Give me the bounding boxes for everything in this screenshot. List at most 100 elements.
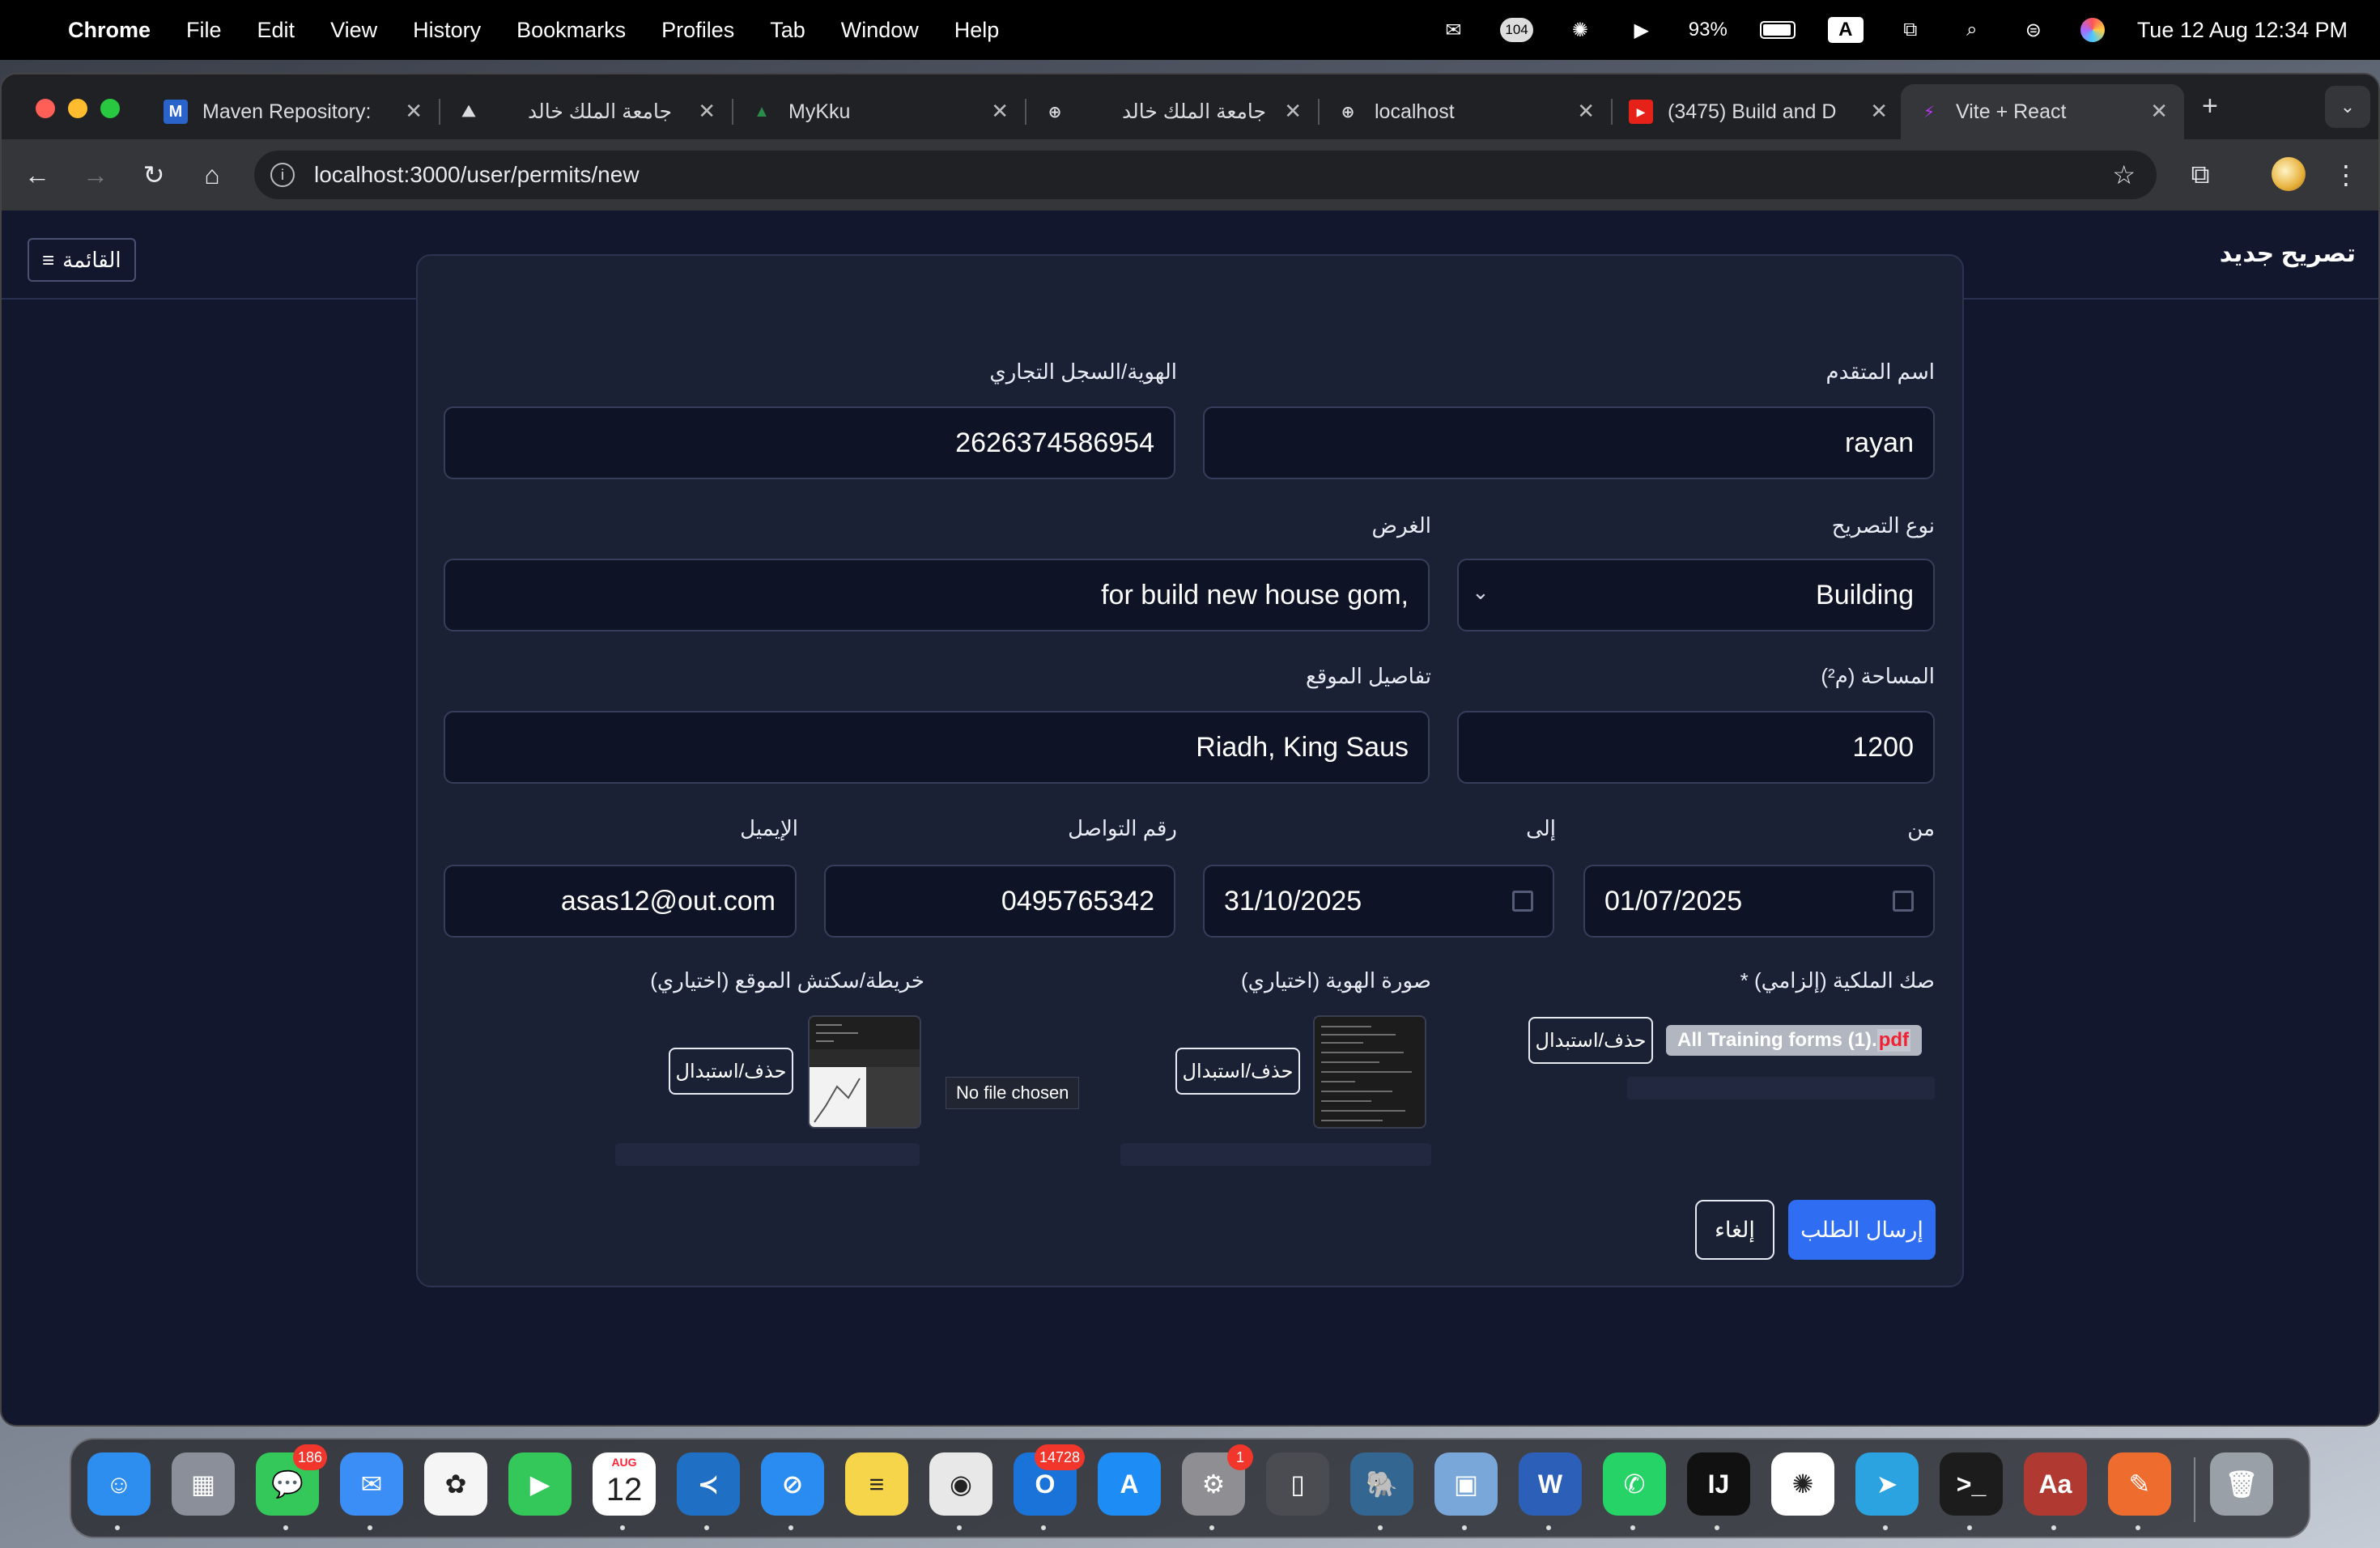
dock-calendar-icon[interactable]: AUG 12 bbox=[593, 1452, 656, 1516]
applicant-name-input[interactable]: rayan bbox=[1203, 406, 1935, 479]
input-method-icon[interactable]: A bbox=[1827, 17, 1864, 43]
tab-search-chevron-icon[interactable]: ⌄ bbox=[2325, 86, 2370, 128]
home-icon[interactable]: ⌂ bbox=[193, 155, 232, 194]
dock-iphone-mirroring-icon[interactable]: ▯ bbox=[1266, 1452, 1329, 1516]
menu-button[interactable]: القائمة ≡ bbox=[28, 238, 136, 282]
tab-close-icon[interactable]: ✕ bbox=[405, 99, 423, 124]
dock-outlook-icon[interactable]: O 14728 bbox=[1014, 1444, 1085, 1516]
purpose-input[interactable]: for build new house gom, bbox=[444, 559, 1430, 632]
menu-view[interactable]: View bbox=[330, 18, 377, 43]
tab-close-icon[interactable]: ✕ bbox=[1577, 99, 1595, 124]
sketch-screenshot-preview bbox=[810, 1017, 920, 1127]
dock-finder-icon[interactable]: ☺ bbox=[87, 1452, 151, 1516]
id-photo-replace-button[interactable]: حذف/استبدال bbox=[1175, 1048, 1300, 1095]
reload-icon[interactable]: ↻ bbox=[134, 155, 173, 194]
tab-kku-2[interactable]: ⊕ جامعة الملك خالد ✕ bbox=[1026, 84, 1320, 139]
menu-history[interactable]: History bbox=[413, 18, 481, 43]
address-url[interactable]: localhost:3000/user/permits/new bbox=[314, 162, 640, 188]
email-input[interactable]: asas12@out.com bbox=[444, 865, 797, 938]
minimize-window-button[interactable] bbox=[68, 99, 87, 118]
new-tab-plus-icon[interactable]: + bbox=[2202, 91, 2218, 122]
dock-safari-icon[interactable]: ⊘ bbox=[761, 1452, 824, 1516]
tab-youtube[interactable]: ▶ (3475) Build and D ✕ bbox=[1613, 84, 1904, 139]
dock-notes-icon[interactable]: ≡ bbox=[845, 1452, 908, 1516]
menubar-app-name[interactable]: Chrome bbox=[68, 18, 151, 43]
chatgpt-status-icon[interactable]: ✺ bbox=[1566, 15, 1595, 45]
dock-pgadmin-icon[interactable]: 🐘 bbox=[1350, 1452, 1413, 1516]
dock-postman-icon[interactable]: ✎ bbox=[2108, 1452, 2171, 1516]
dock-mail-icon[interactable]: ✉ bbox=[340, 1452, 403, 1516]
menu-bookmarks[interactable]: Bookmarks bbox=[516, 18, 626, 43]
zoom-window-button[interactable] bbox=[100, 99, 120, 118]
extensions-puzzle-icon[interactable]: ⧉ bbox=[2181, 155, 2220, 194]
screen-mirroring-icon[interactable]: ⧉ bbox=[1896, 15, 1925, 45]
deed-file-chip[interactable]: All Training forms (1). pdf bbox=[1666, 1025, 1923, 1056]
dock-messages-icon[interactable]: 💬 186 bbox=[256, 1444, 327, 1516]
menu-help[interactable]: Help bbox=[954, 18, 1000, 43]
dock-intellij-idea-icon[interactable]: IJ bbox=[1687, 1452, 1750, 1516]
dock-terminal-icon[interactable]: >_ bbox=[1940, 1452, 2003, 1516]
back-arrow-icon[interactable]: ← bbox=[18, 155, 57, 194]
tab-mykku[interactable]: ▲ MyKku ✕ bbox=[733, 84, 1026, 139]
calendar-icon[interactable] bbox=[1893, 891, 1914, 912]
tab-close-icon[interactable]: ✕ bbox=[991, 99, 1009, 124]
control-center-icon[interactable]: ⊜ bbox=[2019, 15, 2048, 45]
dock-word-icon[interactable]: W bbox=[1519, 1452, 1582, 1516]
tab-close-icon[interactable]: ✕ bbox=[1870, 99, 1888, 124]
id-photo-thumbnail[interactable] bbox=[1313, 1015, 1426, 1129]
tab-localhost[interactable]: ⊕ localhost ✕ bbox=[1320, 84, 1613, 139]
menu-tab[interactable]: Tab bbox=[770, 18, 805, 43]
spotlight-search-icon[interactable]: ⌕ bbox=[1957, 15, 1987, 45]
dock-system-settings-icon[interactable]: ⚙ 1 bbox=[1182, 1444, 1253, 1516]
menubar-datetime[interactable]: Tue 12 Aug 12:34 PM bbox=[2137, 18, 2348, 43]
cancel-button[interactable]: إلغاء bbox=[1695, 1200, 1774, 1260]
close-window-button[interactable] bbox=[36, 99, 55, 118]
bookmark-star-icon[interactable]: ☆ bbox=[2112, 159, 2136, 190]
dock-app-store-icon[interactable]: A bbox=[1098, 1452, 1161, 1516]
menu-window[interactable]: Window bbox=[841, 18, 919, 43]
from-date-input[interactable]: 01/07/2025 bbox=[1583, 865, 1935, 938]
calendar-icon[interactable] bbox=[1512, 891, 1533, 912]
outlook-status-icon[interactable]: ✉ bbox=[1439, 15, 1468, 45]
dock-vs-code-icon[interactable]: ≺ bbox=[677, 1452, 740, 1516]
dock-dictionary-icon[interactable]: Aa bbox=[2024, 1452, 2087, 1516]
site-map-thumbnail[interactable] bbox=[808, 1015, 921, 1129]
notification-count-badge[interactable]: 104 bbox=[1500, 18, 1533, 42]
chrome-menu-kebab-icon[interactable]: ⋮ bbox=[2327, 155, 2365, 194]
area-input[interactable]: 1200 bbox=[1457, 711, 1935, 784]
dock-chatgpt-icon[interactable]: ✺ bbox=[1771, 1452, 1834, 1516]
dock-telegram-icon[interactable]: ➤ bbox=[1855, 1452, 1919, 1516]
tab-close-icon[interactable]: ✕ bbox=[698, 99, 716, 124]
deed-replace-button[interactable]: حذف/استبدال bbox=[1528, 1017, 1653, 1064]
dock-chrome-icon[interactable]: ◉ bbox=[929, 1452, 992, 1516]
tab-vite-react[interactable]: ⚡ Vite + React ✕ bbox=[1901, 84, 2184, 139]
site-info-icon[interactable]: i bbox=[270, 163, 295, 187]
menu-edit[interactable]: Edit bbox=[257, 18, 295, 43]
dock-preview-icon[interactable]: ▣ bbox=[1434, 1452, 1498, 1516]
tab-close-icon[interactable]: ✕ bbox=[1284, 99, 1302, 124]
forward-arrow-icon[interactable]: → bbox=[76, 155, 115, 194]
media-play-icon[interactable]: ▶ bbox=[1627, 15, 1656, 45]
to-date-input[interactable]: 31/10/2025 bbox=[1203, 865, 1554, 938]
id-record-input[interactable]: 2626374586954 bbox=[444, 406, 1175, 479]
phone-input[interactable]: 0495765342 bbox=[824, 865, 1175, 938]
dock-trash-icon[interactable]: 🗑 bbox=[2210, 1452, 2273, 1516]
siri-icon[interactable] bbox=[2080, 18, 2105, 42]
dock-photos-icon[interactable]: ✿ bbox=[424, 1452, 487, 1516]
tab-close-icon[interactable]: ✕ bbox=[2150, 99, 2168, 124]
profile-avatar[interactable] bbox=[2272, 157, 2306, 191]
dock-facetime-icon[interactable]: ▶ bbox=[508, 1452, 572, 1516]
hamburger-icon: ≡ bbox=[42, 247, 55, 272]
tab-maven-repository[interactable]: M Maven Repository: ✕ bbox=[147, 84, 440, 139]
dock-whatsapp-icon[interactable]: ✆ bbox=[1603, 1452, 1666, 1516]
permit-type-select[interactable]: ⌄ Building bbox=[1457, 559, 1935, 632]
battery-icon[interactable] bbox=[1759, 21, 1796, 39]
menu-profiles[interactable]: Profiles bbox=[661, 18, 734, 43]
submit-request-button[interactable]: إرسال الطلب bbox=[1788, 1200, 1936, 1260]
site-map-replace-button[interactable]: حذف/استبدال bbox=[669, 1048, 793, 1095]
location-input[interactable]: Riadh, King Saus bbox=[444, 711, 1430, 784]
menu-file[interactable]: File bbox=[186, 18, 222, 43]
dock-launchpad-icon[interactable]: ▦ bbox=[172, 1452, 235, 1516]
address-bar[interactable]: i localhost:3000/user/permits/new ☆ bbox=[254, 151, 2157, 199]
tab-kku-1[interactable]: ⛰ جامعة الملك خالد ✕ bbox=[440, 84, 733, 139]
